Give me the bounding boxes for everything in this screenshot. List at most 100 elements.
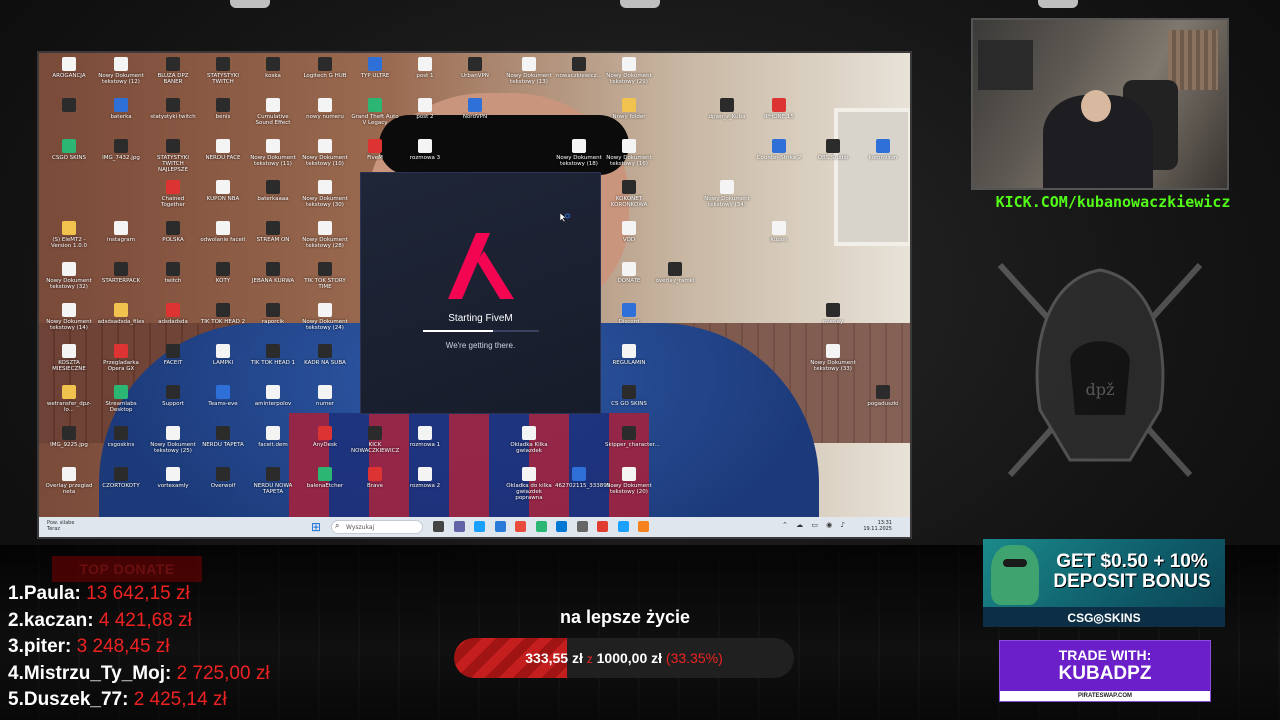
- desktop-icon[interactable]: POLSKA: [149, 221, 197, 243]
- desktop-icon[interactable]: pogaduszki: [859, 385, 907, 407]
- taskbar-app-icon[interactable]: [494, 521, 506, 532]
- desktop-icon[interactable]: Teams-eve: [199, 385, 247, 407]
- desktop-icon[interactable]: Okladka Kilka gwiazdek: [505, 426, 553, 454]
- desktop-icon[interactable]: faceit.dem: [249, 426, 297, 448]
- desktop-icon[interactable]: KOTY: [199, 262, 247, 284]
- desktop-icon[interactable]: IPHONE 15: [755, 98, 803, 120]
- desktop-icon[interactable]: TYP ULTRE: [351, 57, 399, 79]
- desktop-icon[interactable]: post 2: [401, 98, 449, 120]
- desktop-icon[interactable]: overlay: [809, 303, 857, 325]
- desktop-icon[interactable]: VOD: [605, 221, 653, 243]
- desktop-icon[interactable]: Przegladarka Opera GX: [97, 344, 145, 372]
- desktop-icon[interactable]: koska: [249, 57, 297, 79]
- desktop-icon[interactable]: Nowy Dokument tekstowy (32): [45, 262, 93, 290]
- desktop-icon[interactable]: (S) EleMT2 - Version 1.0.0: [45, 221, 93, 249]
- desktop-icon[interactable]: adsdsadsda_files: [97, 303, 145, 325]
- desktop-icon[interactable]: CSGO SKINS: [45, 139, 93, 161]
- desktop-icon[interactable]: KOKONET KORONKOWA: [605, 180, 653, 208]
- desktop-icon[interactable]: [45, 98, 93, 114]
- desktop-icon[interactable]: Cumulative Sound Effect: [249, 98, 297, 126]
- desktop-icon[interactable]: Counter-Strike 2: [755, 139, 803, 161]
- desktop-icon[interactable]: dpwn_z_Kuba: [703, 98, 751, 120]
- desktop-icon[interactable]: UrbanVPN: [451, 57, 499, 79]
- desktop-icon[interactable]: Support: [149, 385, 197, 407]
- desktop-icon[interactable]: Nowy Dokument tekstowy (34): [703, 180, 751, 208]
- desktop-icon[interactable]: FiveM: [351, 139, 399, 161]
- desktop-icon[interactable]: NERDU FACE: [199, 139, 247, 161]
- taskbar-app-icon[interactable]: [597, 521, 608, 532]
- desktop-icon[interactable]: Grand Theft Auto V Legacy: [351, 98, 399, 126]
- desktop-icon[interactable]: adsdadsda: [149, 303, 197, 325]
- desktop-icon[interactable]: overlay_ramki: [651, 262, 699, 284]
- desktop-icon[interactable]: NERDU NOWA TAPETA: [249, 467, 297, 495]
- desktop-icon[interactable]: TIK TOK HEAD 2: [199, 303, 247, 325]
- desktop-icon[interactable]: rozmowa 2: [401, 467, 449, 489]
- desktop-icon[interactable]: instagram: [97, 221, 145, 243]
- desktop-icon[interactable]: NERDU TAPETA: [199, 426, 247, 448]
- desktop-icon[interactable]: KOSZTA MIESIECZNE: [45, 344, 93, 372]
- desktop-icon[interactable]: Streamlabs Desktop: [97, 385, 145, 413]
- desktop-icon[interactable]: Nowy Dokument tekstowy (11): [249, 139, 297, 167]
- desktop-icon[interactable]: DONATE: [605, 262, 653, 284]
- taskbar-app-icon[interactable]: [638, 521, 649, 532]
- desktop-icon[interactable]: Nowy Dokument tekstowy (14): [45, 303, 93, 331]
- taskbar-app-icon[interactable]: [617, 521, 629, 532]
- desktop-icon[interactable]: odwolanie faceit: [199, 221, 247, 243]
- desktop-icon[interactable]: OBS Studio: [809, 139, 857, 161]
- desktop-icon[interactable]: aminterpolov: [249, 385, 297, 407]
- desktop-icon[interactable]: statystyki twitch: [149, 98, 197, 120]
- desktop-icon[interactable]: Nowy Dokument tekstowy (13): [505, 57, 553, 85]
- taskbar-app-icon[interactable]: [535, 521, 547, 532]
- taskbar-app-icon[interactable]: [433, 521, 444, 532]
- desktop-icon[interactable]: Okladka do kilka gwiazdek poprawna: [505, 467, 553, 501]
- desktop-icon[interactable]: Brave: [351, 467, 399, 489]
- desktop-icon[interactable]: rozmowa 3: [401, 139, 449, 161]
- windows-start-icon[interactable]: ⊞: [311, 521, 323, 533]
- taskbar-clock[interactable]: 13:31 19.11.2025: [863, 520, 892, 532]
- desktop-icon[interactable]: BLUZA DPZ BANER: [149, 57, 197, 85]
- desktop-icon[interactable]: Skipper_character...: [605, 426, 660, 448]
- desktop-icon[interactable]: 462702115_333895...: [555, 467, 615, 489]
- desktop-icon[interactable]: AROGANCJA: [45, 57, 93, 79]
- desktop-icon[interactable]: TIK TOK HEAD 1: [249, 344, 297, 366]
- desktop-icon[interactable]: KICK NOWACZKIEWICZ: [351, 426, 399, 454]
- desktop-icon[interactable]: CZORTOKOTY: [97, 467, 145, 489]
- desktop-icon[interactable]: Nowy Dokument tekstowy (24): [301, 303, 349, 331]
- desktop-icon[interactable]: balenaEtcher: [301, 467, 349, 489]
- desktop-icon[interactable]: Chained Together: [149, 180, 197, 208]
- desktop-icon[interactable]: CS GO SKINS: [605, 385, 653, 407]
- desktop-icon[interactable]: Nowy Dokument tekstowy (25): [149, 426, 197, 454]
- desktop-icon[interactable]: TIK TOK STORY TIME: [301, 262, 349, 290]
- desktop-icon[interactable]: STREAM ON: [249, 221, 297, 243]
- desktop-icon[interactable]: STATYSTYKI TWITCH NAJLEPSZE: [149, 139, 197, 173]
- desktop-icon[interactable]: nowy numeru: [301, 98, 349, 120]
- desktop-icon[interactable]: post 1: [401, 57, 449, 79]
- system-tray[interactable]: ⌃ ☁ ▭ ◉ ♪: [782, 521, 848, 529]
- desktop-icon[interactable]: benis: [199, 98, 247, 120]
- desktop-icon[interactable]: Kupon: [755, 221, 803, 243]
- desktop-icon[interactable]: KADR NA SUBA: [301, 344, 349, 366]
- taskbar-search-input[interactable]: Wyszukaj: [331, 520, 423, 534]
- desktop-icon[interactable]: FACEIT: [149, 344, 197, 366]
- desktop-icon[interactable]: Overlay przegiad neta: [45, 467, 93, 495]
- desktop-icon[interactable]: Nowy Dokument tekstowy (10): [301, 139, 349, 167]
- desktop-icon[interactable]: raporcik: [249, 303, 297, 325]
- desktop-icon[interactable]: NordVPN: [451, 98, 499, 120]
- desktop-icon[interactable]: baterkaaaa: [249, 180, 297, 202]
- taskbar-app-icon[interactable]: [515, 521, 526, 532]
- desktop-icon[interactable]: Nowy Dokument tekstowy (30): [301, 180, 349, 208]
- desktop-icon[interactable]: Nowy Dokument tekstowy (18): [555, 139, 603, 167]
- desktop-icon[interactable]: IMG_7432.jpg: [97, 139, 145, 161]
- desktop-icon[interactable]: Nowy Dokument tekstowy (33): [809, 344, 857, 372]
- desktop-icon[interactable]: STARTERPACK: [97, 262, 145, 284]
- desktop-icon[interactable]: STATYSTYKI TWITCH: [199, 57, 247, 85]
- desktop-icon[interactable]: Overwolf: [199, 467, 247, 489]
- desktop-icon[interactable]: csgoskins: [97, 426, 145, 448]
- desktop-icon[interactable]: numer: [301, 385, 349, 407]
- desktop-icon[interactable]: kommilion: [859, 139, 907, 161]
- desktop-icon[interactable]: AnyDesk: [301, 426, 349, 448]
- desktop-icon[interactable]: Discord: [605, 303, 653, 325]
- taskbar-weather-widget[interactable]: Pow. silabe Teraz: [47, 520, 74, 532]
- taskbar-app-icon[interactable]: [474, 521, 485, 532]
- desktop-icon[interactable]: wetransfer_dpz-lo...: [45, 385, 93, 413]
